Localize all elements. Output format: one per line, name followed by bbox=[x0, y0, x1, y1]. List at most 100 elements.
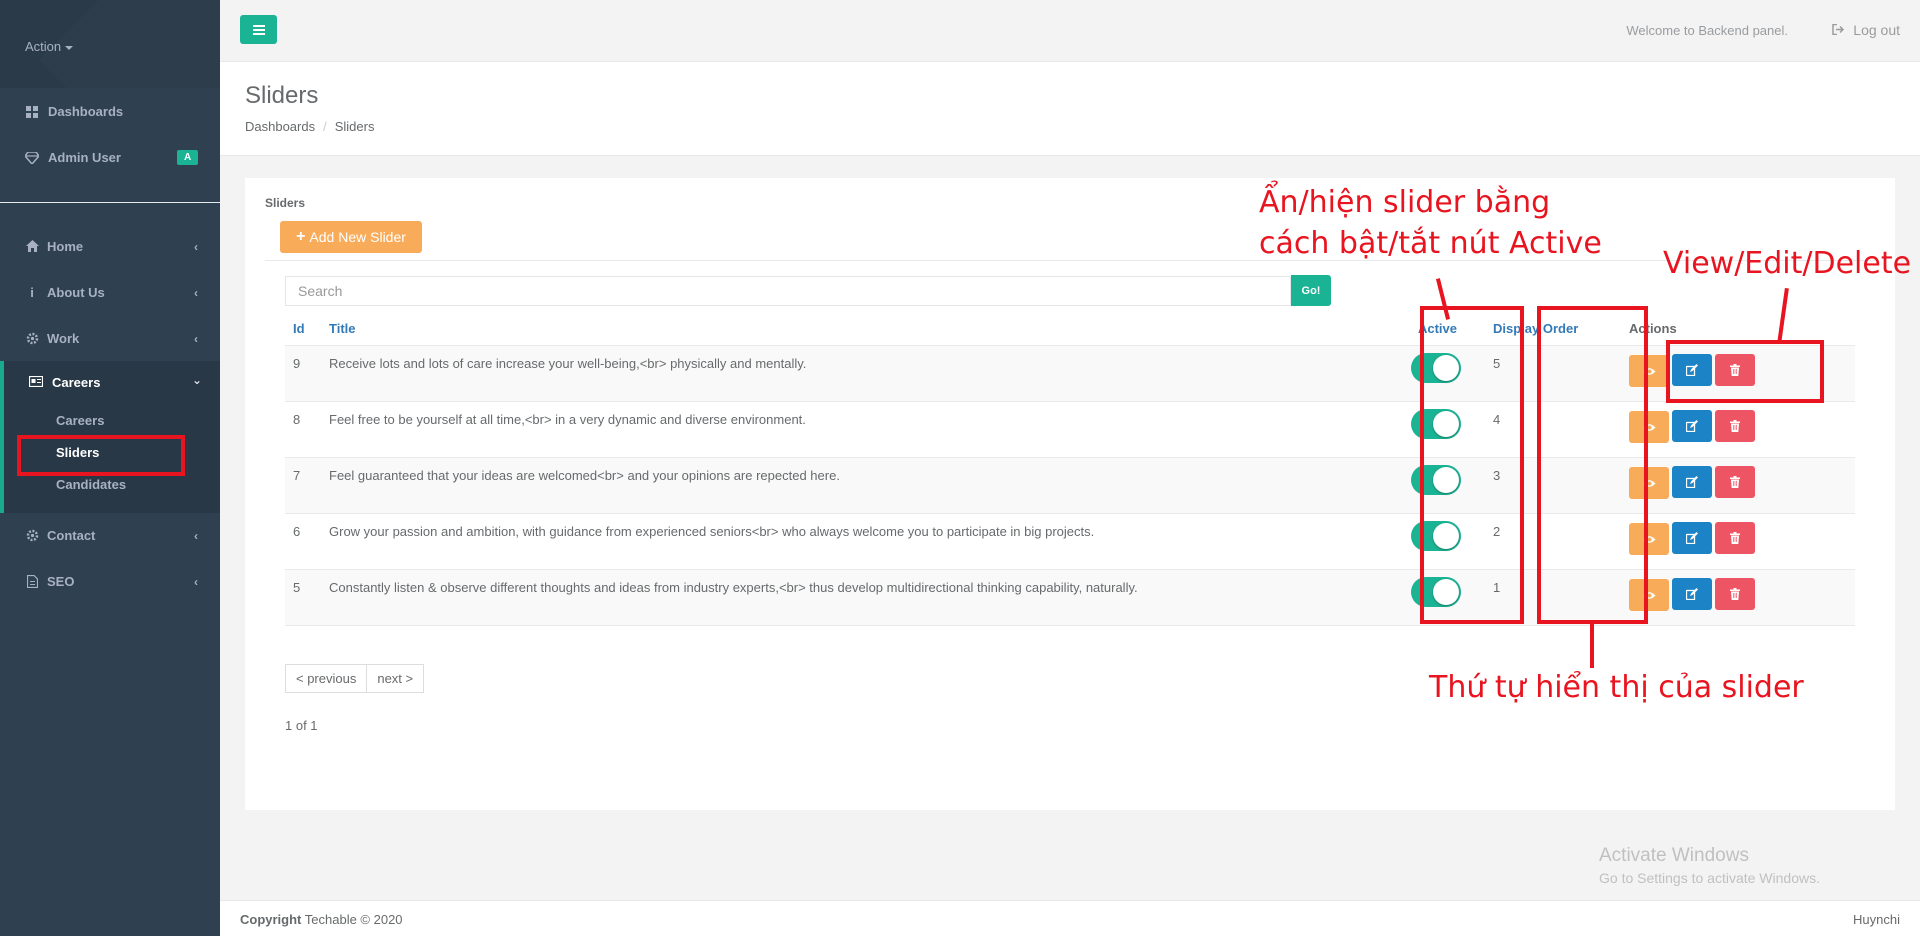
annotation-arrow-order bbox=[1590, 624, 1594, 668]
sidebar-item-label: Careers bbox=[52, 375, 101, 390]
annotation-actions-box bbox=[1666, 340, 1824, 403]
cell-id: 5 bbox=[285, 569, 321, 626]
admin-badge: A bbox=[177, 150, 199, 165]
cog-icon bbox=[25, 529, 39, 542]
chevron-down-icon: ⌄ bbox=[191, 373, 202, 387]
sidebar-item-home[interactable]: Home ‹ bbox=[0, 226, 220, 266]
home-icon bbox=[25, 240, 39, 252]
logout-label: Log out bbox=[1853, 22, 1900, 38]
footer-copyright-bold: Copyright bbox=[240, 912, 302, 927]
caret-down-icon bbox=[65, 45, 74, 50]
delete-button[interactable] bbox=[1715, 409, 1755, 442]
diamond-icon bbox=[25, 151, 39, 165]
add-new-slider-button[interactable]: + Add New Slider bbox=[280, 221, 422, 253]
cell-id: 7 bbox=[285, 457, 321, 514]
chevron-left-icon: ‹ bbox=[194, 575, 198, 589]
delete-button[interactable] bbox=[1715, 521, 1755, 554]
chevron-left-icon: ‹ bbox=[194, 529, 198, 543]
page-heading: Sliders Dashboards / Sliders bbox=[220, 62, 1920, 156]
annotation-order-column-box bbox=[1537, 306, 1648, 624]
footer: Copyright Techable © 2020 Huynchi bbox=[220, 900, 1920, 936]
edit-icon bbox=[1686, 587, 1698, 600]
sidebar-item-label: About Us bbox=[47, 284, 105, 300]
edit-button[interactable] bbox=[1672, 577, 1712, 610]
careers-menu-toggle[interactable]: Careers bbox=[28, 375, 101, 390]
breadcrumb: Dashboards / Sliders bbox=[245, 119, 375, 134]
add-new-slider-label: Add New Slider bbox=[309, 229, 406, 245]
top-navbar: Welcome to Backend panel. Log out bbox=[220, 0, 1920, 62]
column-header-id[interactable]: Id bbox=[285, 313, 321, 346]
cell-title: Receive lots and lots of care increase y… bbox=[321, 345, 1365, 402]
sidebar-item-label: Work bbox=[47, 330, 80, 346]
cell-id: 6 bbox=[285, 513, 321, 570]
delete-button[interactable] bbox=[1715, 577, 1755, 610]
pagination: < previous next > bbox=[285, 664, 425, 693]
breadcrumb-sliders: Sliders bbox=[334, 119, 375, 134]
cell-title: Feel free to be yourself at all time,<br… bbox=[321, 401, 1365, 458]
sidebar-item-admin-user[interactable]: Admin User bbox=[25, 150, 121, 165]
sidebar-item-label: Admin User bbox=[48, 150, 121, 165]
trash-icon bbox=[1730, 419, 1740, 432]
cell-title: Constantly listen & observe different th… bbox=[321, 569, 1365, 626]
annotation-sliders-highlight bbox=[17, 435, 185, 476]
delete-button[interactable] bbox=[1715, 465, 1755, 498]
info-icon: i bbox=[30, 284, 34, 300]
logout-link[interactable]: Log out bbox=[1832, 22, 1900, 38]
cell-title: Grow your passion and ambition, with gui… bbox=[321, 513, 1365, 570]
edit-button[interactable] bbox=[1672, 409, 1712, 442]
sidebar-item-label: Contact bbox=[47, 527, 96, 543]
page-title: Sliders bbox=[245, 82, 319, 109]
annotation-active-column-box bbox=[1420, 306, 1524, 624]
bars-icon bbox=[252, 24, 265, 35]
annotation-actions-note: View/Edit/Delete bbox=[1663, 246, 1912, 281]
edit-icon bbox=[1686, 531, 1698, 544]
annotation-active-line2: cách bật/tắt nút Active bbox=[1259, 226, 1602, 261]
action-dropdown-label: Action bbox=[25, 39, 62, 54]
activate-windows-subtitle: Go to Settings to activate Windows. bbox=[1599, 870, 1820, 886]
welcome-message: Welcome to Backend panel. bbox=[1626, 23, 1788, 38]
edit-icon bbox=[1686, 419, 1698, 432]
id-card-icon bbox=[28, 375, 44, 390]
annotation-active-line1: Ẩn/hiện slider bằng bbox=[1259, 185, 1551, 220]
chevron-left-icon: ‹ bbox=[194, 286, 198, 300]
sidebar-item-contact[interactable]: Contact ‹ bbox=[0, 515, 220, 555]
edit-icon bbox=[1686, 475, 1698, 488]
page-count: 1 of 1 bbox=[285, 718, 318, 733]
search-input[interactable]: Search bbox=[285, 276, 1291, 306]
footer-copyright: Copyright Techable © 2020 bbox=[240, 912, 403, 927]
sidebar-divider bbox=[0, 202, 220, 203]
activate-windows-title: Activate Windows bbox=[1599, 845, 1749, 866]
sidebar-item-label: SEO bbox=[47, 573, 75, 589]
search-go-button[interactable]: Go! bbox=[1291, 275, 1331, 306]
sidebar-item-label: Dashboards bbox=[48, 104, 124, 119]
menu-toggle-button[interactable] bbox=[240, 15, 277, 44]
trash-icon bbox=[1730, 475, 1740, 488]
th-large-icon bbox=[25, 105, 39, 119]
edit-button[interactable] bbox=[1672, 521, 1712, 554]
panel-title: Sliders bbox=[265, 196, 306, 210]
footer-copyright-text: Techable © 2020 bbox=[301, 912, 403, 927]
sidebar-header: Action bbox=[0, 0, 220, 88]
footer-right: Huynchi bbox=[1853, 912, 1900, 927]
sidebar-item-seo[interactable]: SEO ‹ bbox=[0, 561, 220, 601]
annotation-order-note: Thứ tự hiển thị của slider bbox=[1429, 670, 1804, 705]
previous-page-button[interactable]: < previous bbox=[285, 664, 368, 693]
breadcrumb-dashboards[interactable]: Dashboards bbox=[245, 119, 315, 134]
sidebar-item-about-us[interactable]: i About Us ‹ bbox=[0, 272, 220, 312]
chevron-left-icon: ‹ bbox=[194, 240, 198, 254]
sidebar-subitem-candidates[interactable]: Candidates bbox=[56, 477, 126, 492]
sidebar-item-dashboards[interactable]: Dashboards bbox=[25, 104, 123, 119]
edit-button[interactable] bbox=[1672, 465, 1712, 498]
trash-icon bbox=[1730, 531, 1740, 544]
action-dropdown[interactable]: Action bbox=[25, 39, 74, 54]
cell-id: 8 bbox=[285, 401, 321, 458]
next-page-button[interactable]: next > bbox=[367, 664, 425, 693]
sidebar-item-work[interactable]: Work ‹ bbox=[0, 318, 220, 358]
file-icon bbox=[25, 574, 39, 588]
cell-id: 9 bbox=[285, 345, 321, 402]
sidebar-subitem-careers[interactable]: Careers bbox=[56, 413, 104, 428]
plus-icon: + bbox=[296, 228, 306, 245]
cog-icon bbox=[25, 332, 39, 345]
column-header-title[interactable]: Title bbox=[321, 313, 1365, 346]
sidebar-item-label: Home bbox=[47, 238, 84, 254]
